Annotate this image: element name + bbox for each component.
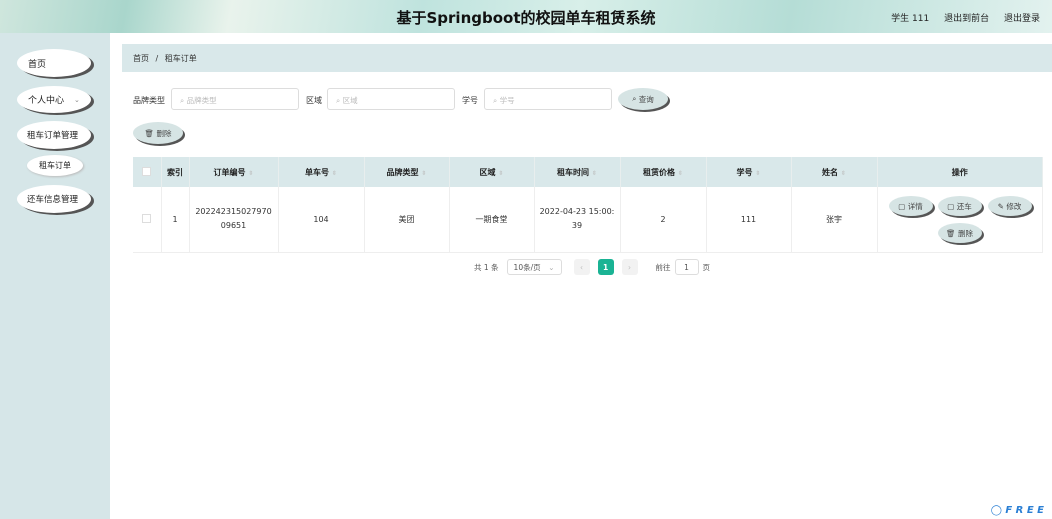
search-icon: ⌕: [632, 94, 639, 103]
cell-index: 1: [161, 187, 190, 253]
col-index: 索引: [161, 157, 190, 187]
page-1-button[interactable]: 1: [597, 259, 614, 275]
region-input[interactable]: ⌕ 区域: [327, 88, 455, 110]
col-order-no[interactable]: 订单编号 ⇳: [189, 157, 279, 187]
goto-label: 前往: [655, 262, 671, 272]
cell-actions: ▢ 详情 ▢ 还车 ✎ 修改 🗑 删除: [877, 187, 1043, 253]
sidebar-item-rental-orders[interactable]: 租车订单: [27, 155, 83, 176]
col-brand[interactable]: 品牌类型 ⇳: [364, 157, 450, 187]
table-row: 1 20224231502797009651 104 美团 一期食堂 2022-…: [133, 187, 1043, 253]
select-all-checkbox[interactable]: [142, 166, 152, 176]
cell-brand: 美团: [364, 187, 450, 253]
sort-icon: ⇳: [677, 169, 684, 177]
delete-label: 删除: [156, 128, 172, 138]
row-checkbox[interactable]: [142, 213, 152, 223]
batch-delete-button[interactable]: 🗑 删除: [133, 122, 183, 144]
col-time[interactable]: 租车时间 ⇳: [534, 157, 621, 187]
sidebar-item-personal-center[interactable]: 个人中心 ⌄: [17, 86, 91, 113]
col-actions: 操作: [877, 157, 1043, 187]
sidebar-item-label: 首页: [28, 59, 47, 70]
sidebar-item-label: 还车信息管理: [27, 195, 79, 205]
col-student-no[interactable]: 学号 ⇳: [706, 157, 792, 187]
trash-icon: 🗑: [144, 128, 157, 138]
sort-icon: ⇳: [331, 169, 338, 177]
edit-icon: ✎: [997, 201, 1007, 211]
main-content: 首页 / 租车订单 品牌类型 ⌕ 品牌类型 区域 ⌕ 区域 学号 ⌕ 学号 ⌕ …: [110, 33, 1052, 519]
col-bike-no[interactable]: 单车号 ⇳: [278, 157, 365, 187]
sidebar-item-order-management[interactable]: 租车订单管理: [17, 121, 91, 149]
sort-icon: ⇳: [421, 169, 427, 177]
sidebar-item-home[interactable]: 首页: [17, 49, 91, 77]
query-label: 查询: [638, 94, 654, 104]
edit-button[interactable]: ✎ 修改: [987, 196, 1032, 216]
brand-label: 品牌类型: [133, 96, 165, 105]
cell-student-no: 111: [706, 187, 792, 253]
sort-icon: ⇳: [248, 169, 254, 177]
page-size-select[interactable]: 10条/页 ⌄: [506, 259, 562, 275]
col-region[interactable]: 区域 ⇳: [449, 157, 535, 187]
sort-icon: ⇳: [591, 169, 598, 177]
sidebar-item-return-management[interactable]: 还车信息管理: [17, 185, 91, 213]
watermark-logo: ◯ F R E E: [990, 505, 1044, 516]
next-page-button[interactable]: ›: [621, 259, 638, 275]
back-to-front-link[interactable]: 退出到前台: [944, 14, 989, 24]
sidebar-item-label: 个人中心: [28, 96, 65, 106]
logout-link[interactable]: 退出登录: [1004, 14, 1040, 24]
region-label: 区域: [306, 96, 322, 105]
return-bike-button[interactable]: ▢ 还车: [937, 196, 982, 216]
student-no-input[interactable]: ⌕ 学号: [484, 88, 612, 110]
breadcrumb-home[interactable]: 首页: [133, 54, 149, 63]
cell-time: 2022-04-23 15:00:39: [534, 187, 621, 253]
cell-price: 2: [620, 187, 707, 253]
cell-bike-no: 104: [278, 187, 365, 253]
orders-table: 索引 订单编号 ⇳ 单车号 ⇳ 品牌类型 ⇳ 区域 ⇳ 租车时间 ⇳ 租赁价格 ⇳ 学号 ⇳ …: [133, 157, 1043, 253]
prev-page-button[interactable]: ‹: [573, 259, 590, 275]
header: 基于Springboot的校园单车租赁系统 学生 111 退出到前台 退出登录: [0, 0, 1052, 33]
document-icon: ▢: [898, 201, 908, 211]
chevron-down-icon: ⌄: [548, 262, 555, 272]
sidebar: 首页 个人中心 ⌄ 租车订单管理 租车订单 还车信息管理: [0, 33, 110, 519]
page-suffix: 页: [702, 262, 711, 272]
brand-placeholder: 品牌类型: [186, 96, 217, 105]
sort-icon: ⇳: [755, 169, 761, 177]
trash-icon: 🗑: [946, 228, 958, 238]
student-no-placeholder: 学号: [499, 96, 515, 105]
breadcrumb-separator: /: [155, 54, 159, 63]
sort-icon: ⇳: [840, 169, 847, 177]
sidebar-item-label: 租车订单管理: [27, 131, 79, 141]
delete-row-button[interactable]: 🗑 删除: [937, 223, 982, 243]
col-name[interactable]: 姓名 ⇳: [791, 157, 878, 187]
chevron-down-icon: ⌄: [74, 95, 80, 104]
cell-name: 张宇: [791, 187, 878, 253]
query-button[interactable]: ⌕ 查询: [618, 88, 668, 110]
detail-button[interactable]: ▢ 详情: [888, 196, 933, 216]
table-header-row: 索引 订单编号 ⇳ 单车号 ⇳ 品牌类型 ⇳ 区域 ⇳ 租车时间 ⇳ 租赁价格 ⇳ 学号 ⇳ …: [133, 157, 1043, 187]
cell-order-no: 20224231502797009651: [189, 187, 279, 253]
brand-input[interactable]: ⌕ 品牌类型: [171, 88, 299, 110]
pagination: 共 1 条 10条/页 ⌄ ‹ 1 › 前往 1 页: [474, 259, 710, 275]
total-count: 共 1 条: [474, 262, 499, 272]
goto-page-input[interactable]: 1: [674, 259, 699, 275]
region-placeholder: 区域: [342, 96, 358, 105]
cell-region: 一期食堂: [449, 187, 535, 253]
col-price[interactable]: 租赁价格 ⇳: [620, 157, 707, 187]
document-icon: ▢: [947, 201, 957, 211]
user-label: 学生 111: [891, 14, 930, 24]
breadcrumb: 首页 / 租车订单: [122, 44, 1052, 72]
breadcrumb-current: 租车订单: [164, 54, 197, 63]
sort-icon: ⇳: [498, 169, 504, 177]
sidebar-item-label: 租车订单: [39, 161, 71, 170]
student-no-label: 学号: [462, 96, 478, 105]
